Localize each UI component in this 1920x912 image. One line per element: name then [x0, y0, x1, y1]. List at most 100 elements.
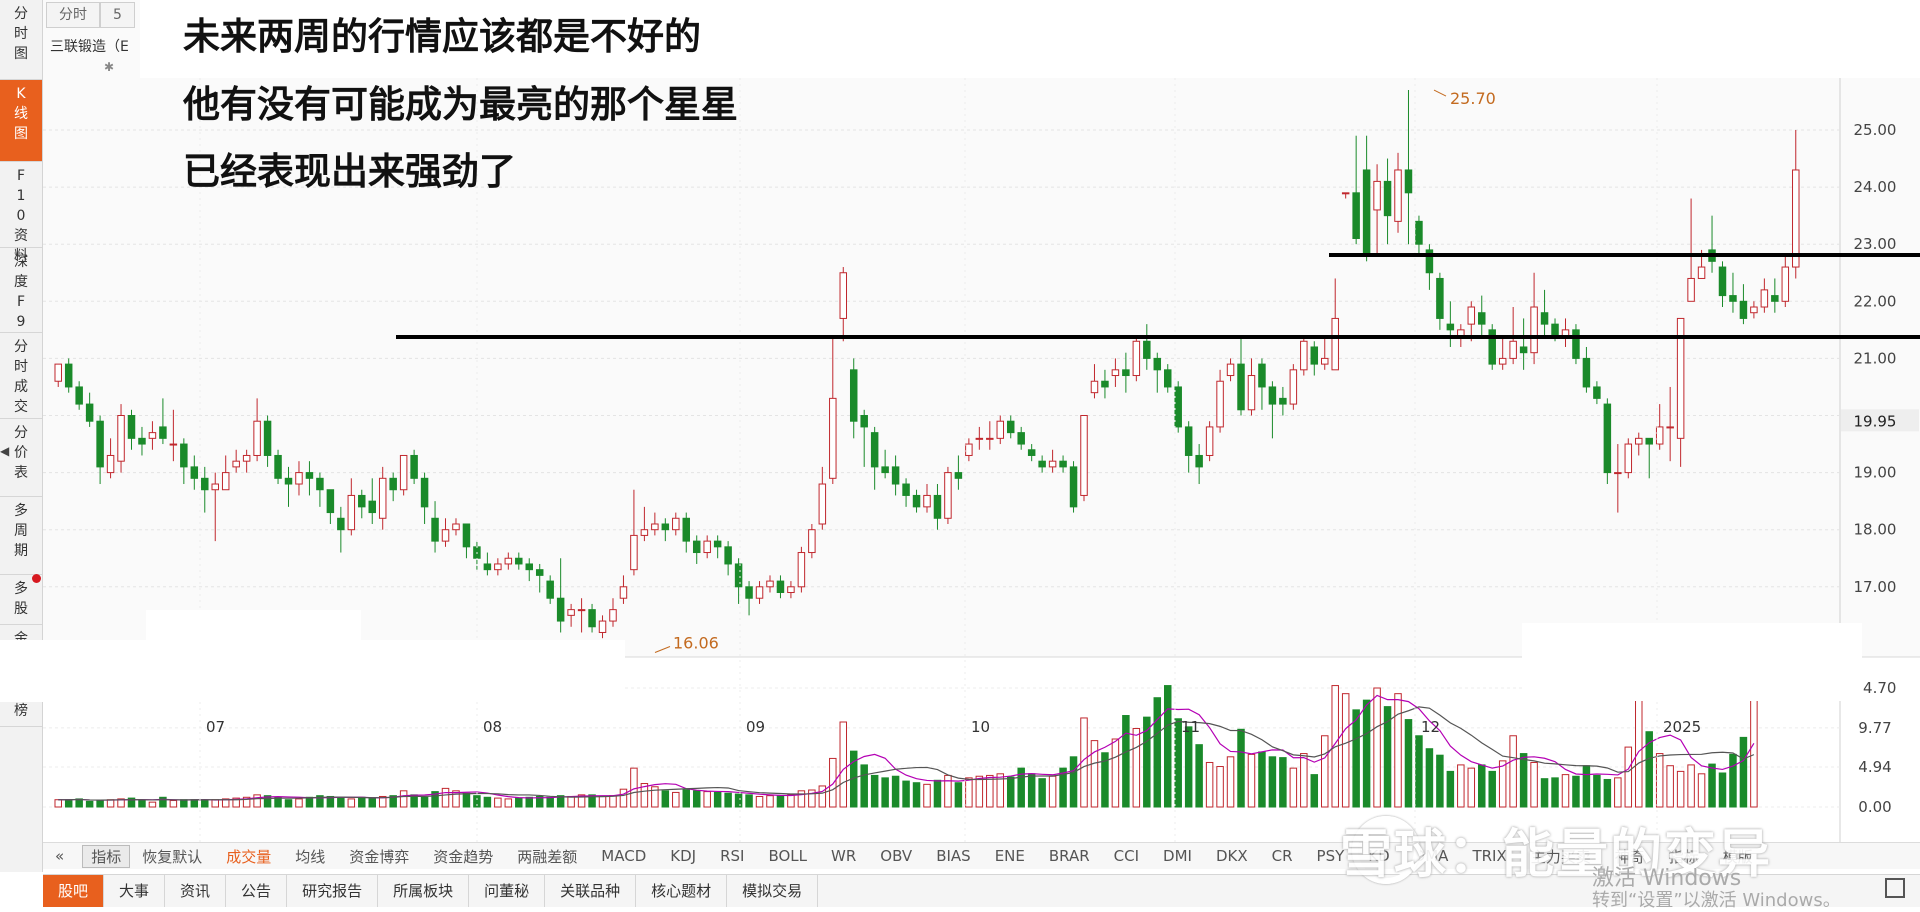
candle-body [1498, 357, 1507, 365]
volume-bar [1415, 735, 1423, 808]
volume-bar [504, 798, 513, 808]
candle-body [734, 563, 743, 588]
volume-bar [965, 777, 973, 808]
candle-body [787, 586, 795, 594]
volume-bar [1603, 778, 1612, 808]
volume-bar [598, 795, 607, 808]
indicator-tab[interactable]: 均线 [283, 846, 337, 867]
candle-body [1467, 306, 1476, 325]
candle-body [640, 529, 649, 536]
indicator-tab[interactable]: 资金趋势 [421, 846, 505, 867]
sidebar-tab-1[interactable]: K线图 [0, 80, 42, 162]
bottom-tab[interactable]: 关联品种 [545, 875, 637, 907]
candle-body [986, 437, 994, 440]
indicator-tab[interactable]: 成交量 [214, 846, 283, 867]
indicator-tab[interactable]: KDJ [658, 847, 708, 865]
volume-bar [1614, 777, 1622, 808]
volume-bar [703, 791, 711, 808]
candle-body [965, 443, 973, 456]
candle-body [1551, 323, 1559, 337]
candle-body [598, 620, 607, 633]
indicator-tab[interactable]: 指标 [82, 844, 131, 868]
tab-five-day[interactable]: 5 [100, 2, 135, 28]
sidebar-tab-2[interactable]: F10资料 [0, 162, 42, 264]
candle-body [1383, 180, 1392, 217]
candle-body [1394, 169, 1402, 222]
candle-body [1645, 437, 1653, 445]
collapse-left-icon[interactable]: ◀ [0, 444, 9, 458]
sidebar-tab-0[interactable]: 分时图 [0, 0, 42, 80]
window-toggle-icon[interactable] [1885, 878, 1905, 898]
volume-bar [902, 780, 910, 808]
indicator-tab[interactable]: 恢复默认 [130, 846, 214, 867]
bottom-tab[interactable]: 模拟交易 [727, 875, 819, 907]
windows-activation-hint: 转到“设置”以激活 Windows。 [1592, 890, 1841, 911]
candle-body [483, 563, 492, 571]
indicator-tab[interactable]: MACD [589, 847, 658, 865]
indicator-tab[interactable]: 资金博弈 [337, 846, 421, 867]
candle-body [180, 443, 188, 468]
indicator-tab[interactable]: 两融差额 [505, 846, 589, 867]
sidebar-tab-3[interactable]: 深度F9 [0, 248, 42, 333]
month-label: 07 [206, 718, 225, 736]
indicator-tab[interactable]: DMI [1151, 847, 1204, 865]
bottom-tab[interactable]: 资讯 [165, 875, 227, 907]
candle-body [1237, 363, 1245, 411]
candle-body [682, 517, 691, 542]
candle-body [609, 609, 617, 622]
indicator-tab[interactable]: BRAR [1037, 847, 1102, 865]
candle-body [378, 477, 387, 519]
sidebar-tab-5[interactable]: 分价表 [0, 419, 42, 497]
bottom-tab[interactable]: 股吧 [43, 875, 105, 907]
volume-bar [201, 800, 209, 808]
indicator-tab[interactable]: OBV [868, 847, 924, 865]
bottom-tab[interactable]: 核心题材 [636, 875, 728, 907]
volume-bar [829, 757, 837, 808]
bottom-tab[interactable]: 研究报告 [287, 875, 379, 907]
candle-body [1184, 426, 1193, 456]
candle-body [797, 552, 806, 588]
volume-bar [1048, 775, 1057, 808]
bottom-tab[interactable]: 大事 [104, 875, 166, 907]
volume-bar [106, 799, 115, 808]
sidebar-tab-4[interactable]: 分时成交 [0, 333, 42, 419]
indicator-tab[interactable]: DKX [1204, 847, 1260, 865]
bottom-tab[interactable]: 问董秘 [469, 875, 546, 907]
indicator-tab[interactable]: ENE [983, 847, 1037, 865]
volume-bar [1111, 738, 1120, 808]
candle-body [902, 483, 910, 496]
candle-body [954, 472, 963, 479]
bottom-tab[interactable]: 公告 [226, 875, 288, 907]
candle-body [944, 472, 952, 519]
candle-body [190, 466, 199, 479]
scroll-left-icon[interactable]: « [43, 847, 76, 865]
bottom-tab[interactable]: 所属板块 [378, 875, 470, 907]
candle-body [127, 415, 136, 439]
tab-timeshare[interactable]: 分时 [46, 2, 100, 28]
candle-body [347, 494, 356, 531]
indicator-tab[interactable]: BIAS [924, 847, 983, 865]
candle-body [1446, 323, 1455, 331]
volume-bar [138, 800, 146, 808]
candle-body [1331, 317, 1339, 371]
volume-bar [745, 794, 753, 808]
candle-body [1561, 329, 1570, 337]
candle-body [912, 494, 921, 508]
candle-body [1310, 346, 1319, 365]
volume-bar [724, 792, 732, 808]
sidebar-tab-6[interactable]: 多周期 [0, 497, 42, 575]
indicator-tab[interactable]: WR [819, 847, 868, 865]
sidebar-tab-label: 多股 [14, 581, 28, 617]
volume-bar [1069, 756, 1078, 808]
indicator-tab[interactable]: RSI [708, 847, 756, 865]
indicator-tab[interactable]: CR [1260, 847, 1305, 865]
volume-bar [692, 790, 701, 808]
favorite-star-icon[interactable]: ✱ [104, 60, 114, 74]
indicator-tab[interactable]: BOLL [756, 847, 819, 865]
volume-bar [1352, 709, 1360, 808]
indicator-tab[interactable]: CCI [1102, 847, 1151, 865]
candle-body [263, 420, 272, 456]
volume-bar [1551, 777, 1559, 808]
candle-body [672, 517, 680, 531]
candle-body [242, 454, 251, 462]
